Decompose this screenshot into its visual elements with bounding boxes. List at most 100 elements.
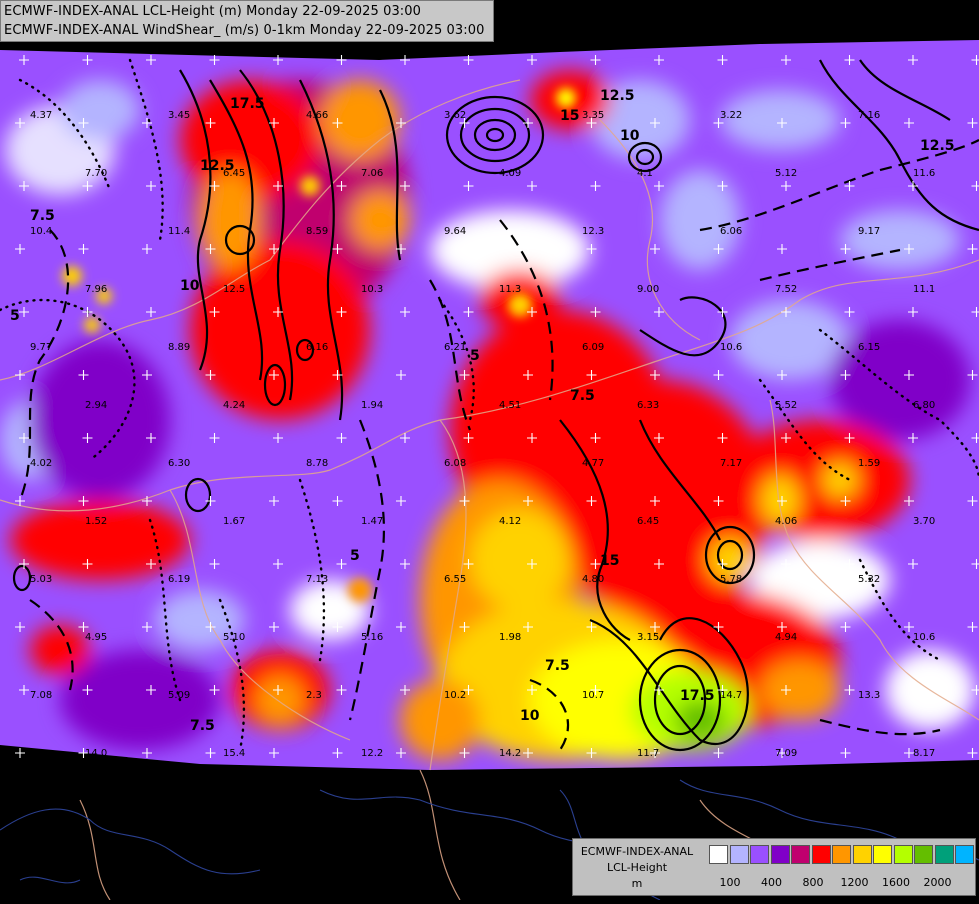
station-value: 4.09 [499, 168, 521, 179]
station-value: 5.32 [858, 574, 880, 585]
station-value: 7.17 [720, 458, 742, 469]
legend-swatch [935, 845, 954, 864]
legend-swatch [955, 845, 974, 864]
station-value: 1.59 [858, 458, 880, 469]
station-value: 5.78 [720, 574, 742, 585]
station-value: 9.17 [858, 226, 880, 237]
contour-label: 12.5 [600, 88, 635, 104]
contour-label: 10 [620, 128, 640, 144]
station-value: 14.0 [85, 748, 107, 759]
station-value: 6.19 [168, 574, 190, 585]
station-value: 3.35 [582, 110, 604, 121]
station-value: 6.06 [720, 226, 742, 237]
legend-swatch [709, 845, 728, 864]
legend-swatch [914, 845, 933, 864]
station-value: 1.47 [361, 516, 383, 527]
legend-swatch [853, 845, 872, 864]
station-value: 5.10 [223, 632, 245, 643]
station-value: 10.3 [361, 284, 383, 295]
station-value: 12.3 [582, 226, 604, 237]
station-value: 10.6 [913, 632, 935, 643]
legend-swatch [791, 845, 810, 864]
station-value: 15.4 [223, 748, 245, 759]
station-value: 8.59 [306, 226, 328, 237]
contour-label: 12.5 [200, 158, 235, 174]
legend-swatch [873, 845, 892, 864]
station-value: 4.24 [223, 400, 245, 411]
color-legend: ECMWF-INDEX-ANAL LCL-Height m 1004008001… [572, 838, 976, 896]
station-value: 7.16 [858, 110, 880, 121]
title-lcl-height: ECMWF-INDEX-ANAL LCL-Height (m) Monday 2… [4, 4, 421, 19]
station-value: 10.4 [30, 226, 52, 237]
station-value: 14.7 [720, 690, 742, 701]
station-value: 2.3 [306, 690, 322, 701]
station-value: 6.15 [858, 342, 880, 353]
station-value: 6.45 [637, 516, 659, 527]
station-value: 6.33 [637, 400, 659, 411]
contour-label: 7.5 [30, 208, 55, 224]
station-value: 3.62 [444, 110, 466, 121]
legend-swatch [730, 845, 749, 864]
contour-label: 7.5 [545, 658, 570, 674]
station-value: 10.2 [444, 690, 466, 701]
station-value: 4.94 [775, 632, 797, 643]
station-value: 4.12 [499, 516, 521, 527]
station-value: 11.7 [637, 748, 659, 759]
legend-model: ECMWF-INDEX-ANAL [573, 845, 701, 858]
station-value: 1.98 [499, 632, 521, 643]
station-value: 10.7 [582, 690, 604, 701]
contour-label: 7.5 [190, 718, 215, 734]
contour-label: 17.5 [230, 96, 265, 112]
station-value: 12.5 [223, 284, 245, 295]
station-value: 7.08 [30, 690, 52, 701]
station-value: 11.6 [913, 168, 935, 179]
station-value: 5.09 [168, 690, 190, 701]
station-value: 8.17 [913, 748, 935, 759]
contour-label: 5 [350, 548, 360, 564]
station-value: 3.22 [720, 110, 742, 121]
station-value: 4.37 [30, 110, 52, 121]
station-value: 6.55 [444, 574, 466, 585]
legend-unit: m [573, 877, 701, 890]
legend-variable: LCL-Height [573, 861, 701, 874]
legend-swatch [894, 845, 913, 864]
station-value: 7.52 [775, 284, 797, 295]
station-value: 6.80 [913, 400, 935, 411]
legend-tick-label: 1200 [841, 876, 869, 889]
station-value: 2.94 [85, 400, 107, 411]
legend-swatch [832, 845, 851, 864]
contour-label: 17.5 [680, 688, 715, 704]
station-value: 7.06 [361, 168, 383, 179]
station-value: 13.3 [858, 690, 880, 701]
legend-tick-label: 100 [720, 876, 741, 889]
legend-tick-label: 800 [803, 876, 824, 889]
station-value: 6.16 [306, 342, 328, 353]
station-value: 4.77 [582, 458, 604, 469]
contour-label: 10 [180, 278, 200, 294]
station-value: 9.64 [444, 226, 466, 237]
station-value: 8.89 [168, 342, 190, 353]
contour-label: 7.5 [570, 388, 595, 404]
station-value: 6.30 [168, 458, 190, 469]
map-title-box: ECMWF-INDEX-ANAL LCL-Height (m) Monday 2… [0, 0, 494, 42]
station-value: 6.21 [444, 342, 466, 353]
station-value: 1.52 [85, 516, 107, 527]
station-value: 5.12 [775, 168, 797, 179]
legend-swatch [750, 845, 769, 864]
station-value: 4.66 [306, 110, 328, 121]
lcl-height-field [0, 40, 979, 780]
station-value: 1.94 [361, 400, 383, 411]
station-value: 4.02 [30, 458, 52, 469]
station-value: 3.15 [637, 632, 659, 643]
station-value: 6.09 [582, 342, 604, 353]
station-value: 4.95 [85, 632, 107, 643]
legend-swatch [812, 845, 831, 864]
station-value: 11.4 [168, 226, 190, 237]
contour-label: 10 [520, 708, 540, 724]
station-value: 6.08 [444, 458, 466, 469]
station-value: 3.45 [168, 110, 190, 121]
station-value: 4.80 [582, 574, 604, 585]
station-value: 4.51 [499, 400, 521, 411]
legend-tick-label: 2000 [924, 876, 952, 889]
weather-map: 4.373.454.663.623.353.227.167.706.457.06… [0, 0, 979, 900]
